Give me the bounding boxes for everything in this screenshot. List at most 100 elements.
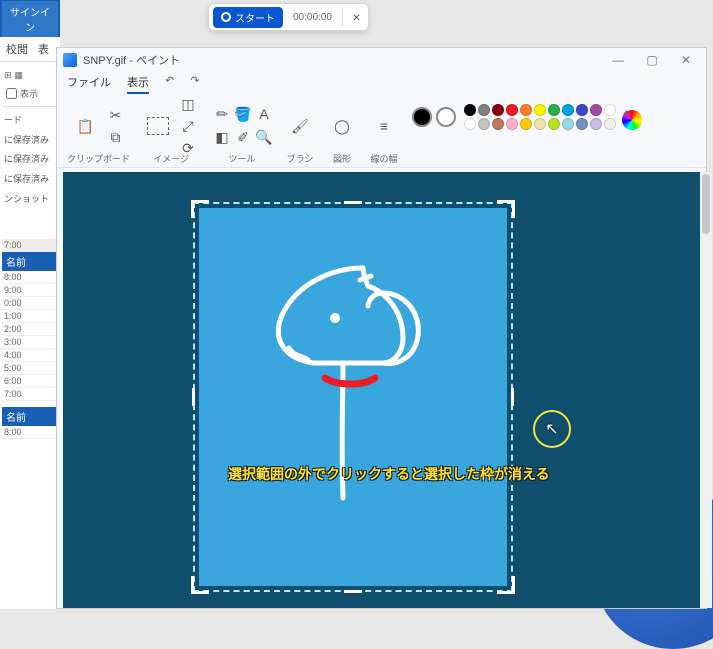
cursor-highlight: ↖ [533,410,571,448]
selection-border [193,202,513,592]
record-close-button[interactable]: × [342,7,362,27]
window-minimize-button[interactable]: — [604,53,632,67]
selection-handle-tl[interactable] [191,200,209,218]
menu-view[interactable]: 表示 [127,74,149,94]
background-app-window: サインイン 校閲 表 ⊞ ▦ 表示 ード に保存済み に保存済み に保存済み ン… [0,0,60,609]
selection-handle-br[interactable] [497,576,515,594]
eraser-icon[interactable]: ◧ [212,128,232,148]
color-palette [464,104,616,130]
color-swatch[interactable] [478,118,490,130]
color-swatch[interactable] [506,118,518,130]
color-swatch[interactable] [548,118,560,130]
background-app-titlebar: サインイン [0,0,60,37]
color-swatch[interactable] [534,104,546,116]
time-cell: 1:00 [2,310,58,323]
side-item[interactable]: ンショット [2,190,58,210]
background-app-tabs: 校閲 表 [0,37,60,62]
record-start-button[interactable]: スタート [213,7,283,28]
color-swatch[interactable] [520,118,532,130]
side-item[interactable]: ード [2,111,58,131]
paint-window: SNPY.gif - ペイント — ▢ ✕ ファイル 表示 ↶ ↷ 📋 ✂ ⧉ … [56,47,707,609]
color-swatch[interactable] [576,104,588,116]
ribbon-group-color-label: 色 [623,104,632,121]
tab-table[interactable]: 表 [38,41,49,57]
redo-button[interactable]: ↷ [190,74,199,94]
window-maximize-button[interactable]: ▢ [638,53,666,67]
copy-icon[interactable]: ⧉ [106,127,126,147]
color-swatch[interactable] [604,118,616,130]
ribbon-label-tool: ツール [229,152,256,165]
picker-icon[interactable]: ✐ [233,128,253,148]
vertical-scrollbar[interactable] [700,172,712,608]
time-cell: 0:00 [2,297,58,310]
ribbon-group-clipboard: 📋 ✂ ⧉ クリップボード [67,104,130,165]
table-header-name: 名前 [2,252,58,271]
color-swatch[interactable] [548,104,560,116]
color-swatch[interactable] [464,104,476,116]
time-cell: 5:00 [2,362,58,375]
paint-menubar: ファイル 表示 ↶ ↷ [57,72,706,100]
side-item[interactable]: に保存済み [2,150,58,170]
color-swatch[interactable] [534,118,546,130]
signin-button[interactable]: サインイン [2,1,58,37]
secondary-color-swatch[interactable] [436,107,456,127]
color-swatch[interactable] [520,104,532,116]
color-swatch[interactable] [492,104,504,116]
color-swatch[interactable] [562,104,574,116]
pencil-icon[interactable]: ✎ [208,100,236,128]
time-cell: 3:00 [2,336,58,349]
time-cell: 7:00 [2,239,58,252]
selection-handle-bottom[interactable] [344,590,362,593]
crop-icon[interactable]: ◫ [178,94,198,114]
selection-handle-bl[interactable] [191,576,209,594]
color-swatch[interactable] [590,104,602,116]
current-color-swatch[interactable] [412,107,432,127]
color-swatch[interactable] [506,104,518,116]
zoom-icon[interactable]: 🔍 [254,128,274,148]
scrollbar-thumb[interactable] [702,174,710,234]
select-tool-icon[interactable] [144,112,172,140]
ribbon-group-tool: ✎ 🪣 A ◧ ✐ 🔍 ツール [212,104,272,165]
selection-handle-top[interactable] [344,201,362,204]
color-swatch[interactable] [604,104,616,116]
shapes-icon[interactable]: ◯ [328,112,356,140]
paste-icon[interactable]: 📋 [72,112,100,140]
fill-icon[interactable]: 🪣 [233,104,253,124]
color-swatch[interactable] [492,118,504,130]
ribbon-group-shapes: ◯ 図形 [328,104,356,165]
selection-rectangle[interactable] [193,202,513,592]
view-label: 表示 [20,87,38,100]
record-icon [221,12,231,22]
paint-titlebar[interactable]: SNPY.gif - ペイント — ▢ ✕ [57,48,706,72]
view-checkbox[interactable] [6,88,17,99]
resize-icon[interactable]: ⤢ [178,116,198,136]
cursor-icon: ↖ [545,419,558,439]
text-icon[interactable]: A [254,104,274,124]
brush-icon[interactable]: 🖌 [286,112,314,140]
tab-review[interactable]: 校閲 [6,41,28,57]
color-swatch[interactable] [590,118,602,130]
record-start-label: スタート [235,10,275,25]
ribbon-group-color [412,104,642,130]
time-cell: 7:00 [2,388,58,401]
grid-icon: ▦ [15,70,24,81]
time-cell: 9:00 [2,284,58,297]
menu-file[interactable]: ファイル [67,74,111,94]
selection-handle-left[interactable] [192,388,195,406]
time-cell: 2:00 [2,323,58,336]
time-cell: 8:00 [2,426,58,439]
undo-button[interactable]: ↶ [165,74,174,94]
side-item[interactable]: に保存済み [2,131,58,151]
stroke-width-icon[interactable]: ≡ [370,112,398,140]
color-swatch[interactable] [478,104,490,116]
cut-icon[interactable]: ✂ [106,105,126,125]
color-swatch[interactable] [464,118,476,130]
paint-canvas[interactable]: ↖ 選択範囲の外でクリックすると選択した枠が消える [63,172,700,608]
color-swatch[interactable] [576,118,588,130]
window-close-button[interactable]: ✕ [672,53,700,67]
color-swatch[interactable] [562,118,574,130]
table-header-name-2: 名前 [2,407,58,426]
selection-handle-tr[interactable] [497,200,515,218]
side-item[interactable]: に保存済み [2,170,58,190]
selection-handle-right[interactable] [511,388,514,406]
